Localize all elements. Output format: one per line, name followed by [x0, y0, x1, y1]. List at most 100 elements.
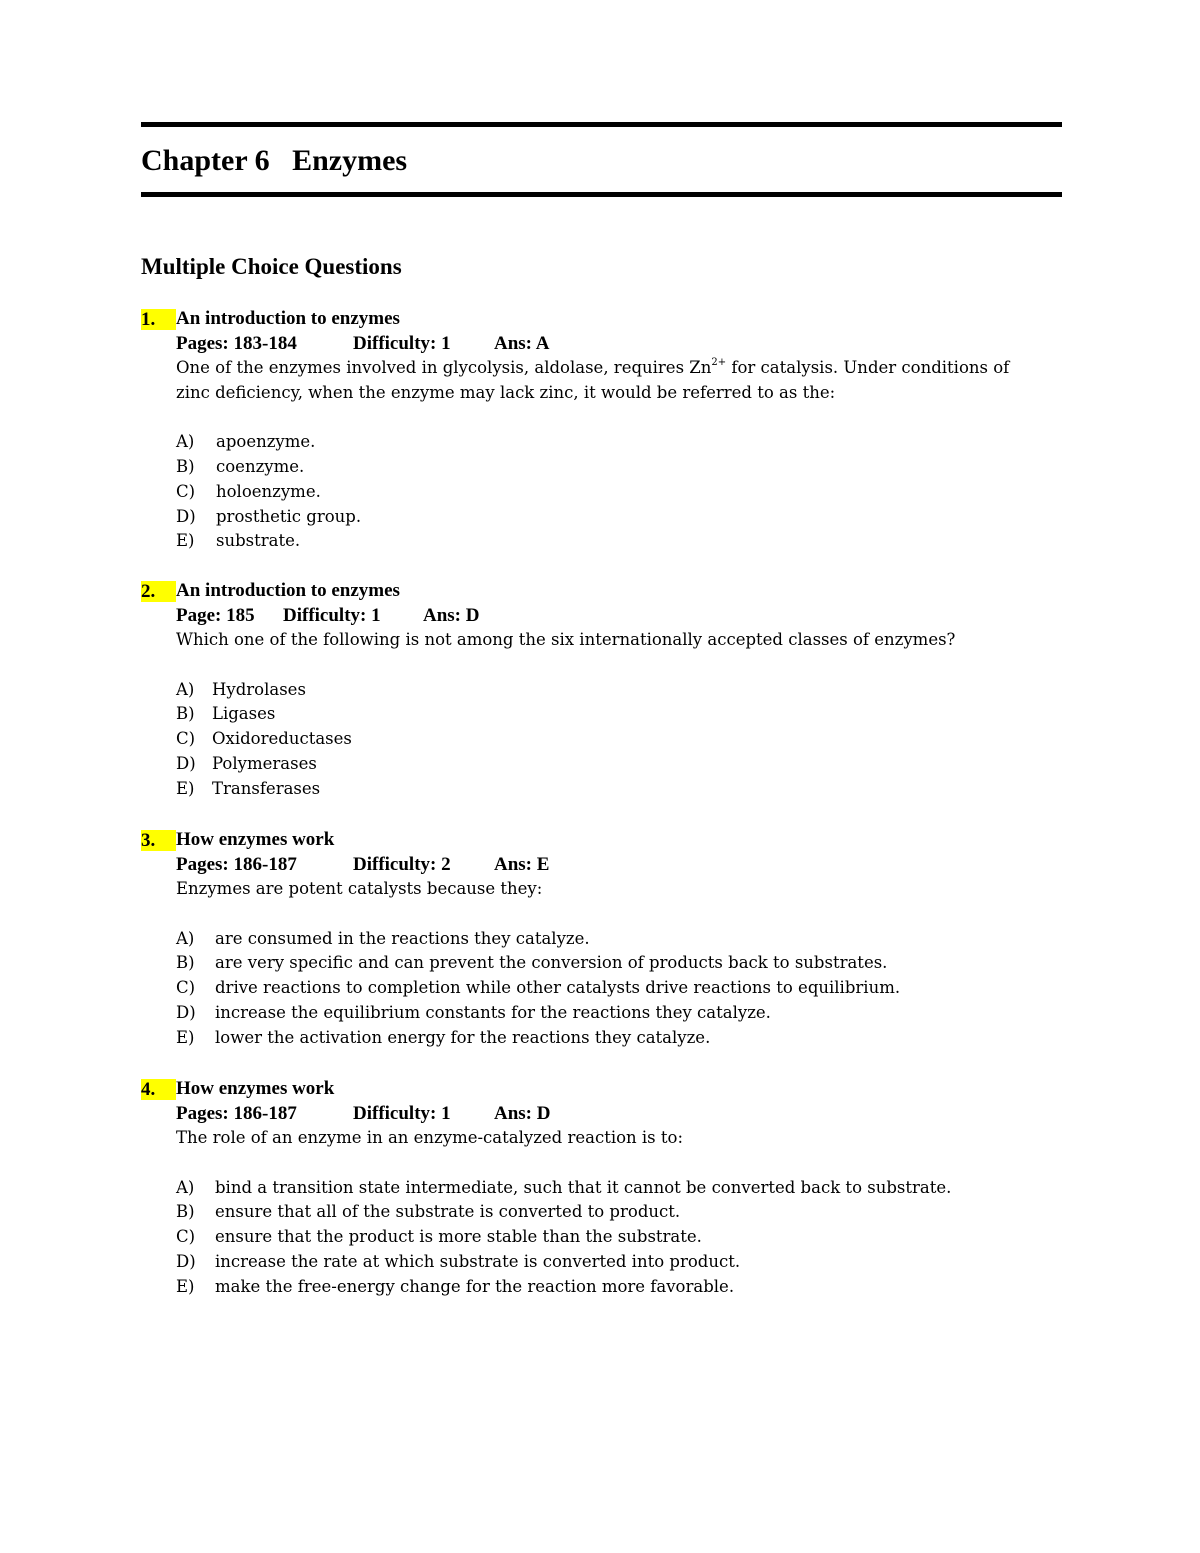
choice-d: D) increase the rate at which substrate i…: [176, 1250, 1071, 1275]
choice-b: B) are very specific and can prevent the …: [176, 951, 1071, 976]
choice-e: E) lower the activation energy for the re…: [176, 1026, 1071, 1051]
answer-label: Ans: D: [423, 604, 480, 626]
question-text-line: Enzymes are potent catalysts because the…: [176, 877, 1071, 902]
question-3: 3. How enzymes work Pages: 186-187 Diffi…: [141, 828, 1071, 1050]
answer-label: Ans: A: [494, 332, 550, 354]
section-title: Multiple Choice Questions: [141, 254, 402, 279]
question-4: 4. How enzymes work Pages: 186-187 Diffi…: [141, 1077, 1071, 1299]
choice-a: A) bind a transition state intermediate, …: [176, 1176, 1071, 1201]
difficulty-label: Difficulty: 1: [353, 332, 451, 354]
choice-letter: D): [176, 1251, 196, 1271]
question-header: 4. How enzymes work: [141, 1077, 1071, 1102]
text-segment: zinc deficiency, when the enzyme may lac…: [176, 383, 836, 403]
choice-list: A) are consumed in the reactions they cat…: [176, 927, 1071, 1050]
question-number: 2.: [141, 581, 176, 602]
question-header: 3. How enzymes work: [141, 828, 1071, 853]
choice-text: ensure that the product is more stable t…: [215, 1227, 702, 1247]
choice-text: bind a transition state intermediate, su…: [215, 1177, 952, 1197]
pages-label: Pages: 183-184: [176, 332, 297, 354]
choice-letter: D): [176, 753, 196, 773]
choice-text: Ligases: [212, 704, 276, 724]
question-topic: An introduction to enzymes: [176, 580, 400, 601]
choice-d: D) increase the equilibrium constants for…: [176, 1001, 1071, 1026]
choice-b: B) ensure that all of the substrate is co…: [176, 1200, 1071, 1225]
pages-label: Page: 185: [176, 604, 255, 626]
choice-text: Transferases: [212, 778, 321, 798]
pages-label: Pages: 186-187: [176, 1102, 297, 1124]
difficulty-label: Difficulty: 2: [353, 853, 451, 875]
question-number: 3.: [141, 830, 176, 851]
choice-e: E) make the free-energy change for the re…: [176, 1275, 1071, 1300]
choice-text: drive reactions to completion while othe…: [215, 978, 901, 998]
choice-a: A) apoenzyme.: [176, 430, 1071, 455]
choice-text: lower the activation energy for the reac…: [215, 1027, 711, 1047]
choice-letter: E): [176, 1276, 195, 1296]
question-1: 1. An introduction to enzymes Pages: 183…: [141, 307, 1071, 554]
text-segment: One of the enzymes involved in glycolysi…: [176, 358, 712, 378]
choice-a: A) Hydrolases: [176, 678, 1071, 703]
choice-text: substrate.: [216, 531, 301, 551]
choice-text: ensure that all of the substrate is conv…: [215, 1202, 681, 1222]
choice-list: A) bind a transition state intermediate, …: [176, 1176, 1071, 1299]
choice-text: Polymerases: [212, 753, 317, 773]
choice-text: are very specific and can prevent the co…: [215, 953, 888, 973]
choice-b: B) Ligases: [176, 702, 1071, 727]
question-header: 1. An introduction to enzymes: [141, 307, 1071, 332]
choice-letter: E): [176, 1027, 195, 1047]
choice-text: coenzyme.: [216, 457, 305, 477]
choice-letter: E): [176, 778, 195, 798]
question-number: 4.: [141, 1079, 176, 1100]
choice-text: holoenzyme.: [216, 481, 321, 501]
choice-letter: B): [176, 953, 195, 973]
title-rule-bottom: [141, 192, 1062, 197]
choice-letter: A): [176, 432, 195, 452]
choice-c: C) ensure that the product is more stable…: [176, 1225, 1071, 1250]
superscript: 2+: [711, 357, 727, 369]
choice-b: B) coenzyme.: [176, 455, 1071, 480]
question-2: 2. An introduction to enzymes Page: 185 …: [141, 579, 1071, 801]
choice-letter: D): [176, 506, 196, 526]
pages-label: Pages: 186-187: [176, 853, 297, 875]
question-topic: How enzymes work: [176, 829, 335, 850]
choice-text: Oxidoreductases: [212, 729, 352, 749]
choice-c: C) Oxidoreductases: [176, 727, 1071, 752]
question-text-line: The role of an enzyme in an enzyme-catal…: [176, 1126, 1071, 1151]
choice-letter: A): [176, 1177, 195, 1197]
choice-e: E) Transferases: [176, 777, 1071, 802]
question-topic: How enzymes work: [176, 1078, 335, 1099]
choice-list: A) Hydrolases B) Ligases C) Oxidoreductases…: [176, 678, 1071, 801]
question-meta: Pages: 183-184 Difficulty: 1 Ans: A: [141, 332, 1071, 357]
choice-letter: C): [176, 729, 196, 749]
title-rule-top: [141, 122, 1062, 127]
choice-letter: C): [176, 481, 196, 501]
choice-letter: B): [176, 457, 195, 477]
question-text-line: One of the enzymes involved in glycolysi…: [176, 356, 1071, 381]
choice-d: D) prosthetic group.: [176, 505, 1071, 530]
difficulty-label: Difficulty: 1: [353, 1102, 451, 1124]
text-segment: for catalysis. Under conditions of: [726, 358, 1010, 378]
question-meta: Page: 185 Difficulty: 1 Ans: D: [141, 604, 1071, 629]
question-number: 1.: [141, 309, 176, 330]
choice-letter: E): [176, 531, 195, 551]
choice-text: apoenzyme.: [216, 432, 316, 452]
choice-letter: B): [176, 704, 195, 724]
text-segment: Which one of the following is not among …: [176, 630, 956, 650]
choice-text: increase the rate at which substrate is …: [215, 1251, 741, 1271]
answer-label: Ans: E: [494, 853, 550, 875]
question-meta: Pages: 186-187 Difficulty: 2 Ans: E: [141, 853, 1071, 878]
text-segment: Enzymes are potent catalysts because the…: [176, 879, 543, 899]
choice-text: are consumed in the reactions they catal…: [215, 928, 590, 948]
question-text-line: zinc deficiency, when the enzyme may lac…: [176, 381, 1071, 406]
text-segment: The role of an enzyme in an enzyme-catal…: [176, 1128, 684, 1148]
choice-text: increase the equilibrium constants for t…: [215, 1002, 771, 1022]
choice-a: A) are consumed in the reactions they cat…: [176, 927, 1071, 952]
choice-c: C) holoenzyme.: [176, 480, 1071, 505]
question-meta: Pages: 186-187 Difficulty: 1 Ans: D: [141, 1102, 1071, 1127]
choice-letter: C): [176, 978, 196, 998]
choice-letter: D): [176, 1002, 196, 1022]
choice-letter: A): [176, 679, 195, 699]
choice-d: D) Polymerases: [176, 752, 1071, 777]
difficulty-label: Difficulty: 1: [283, 604, 381, 626]
choice-text: make the free-energy change for the reac…: [215, 1276, 735, 1296]
choice-letter: B): [176, 1202, 195, 1222]
